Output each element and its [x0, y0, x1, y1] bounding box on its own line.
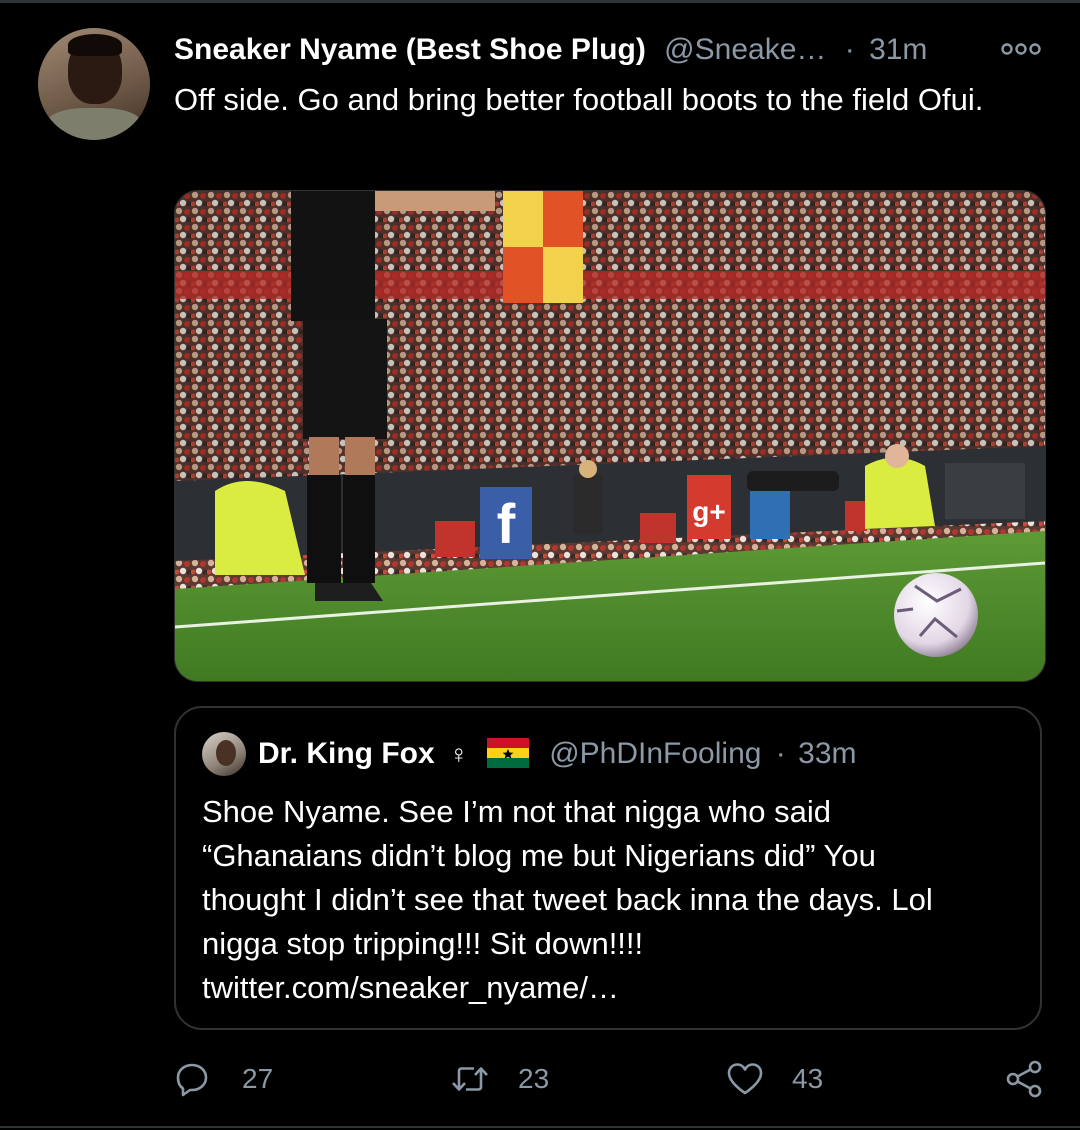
retweet-icon: [450, 1061, 490, 1097]
like-count: 43: [792, 1063, 824, 1094]
like-button[interactable]: 43: [726, 1054, 823, 1104]
ghana-flag-icon: [486, 738, 529, 769]
quoted-tweet[interactable]: Dr. King Fox ♀ @PhDInFooling · 33m Shoe …: [174, 706, 1042, 1030]
quoted-author-handle[interactable]: @PhDInFooling: [549, 737, 761, 770]
top-divider: [0, 0, 1080, 3]
reply-count: 27: [242, 1063, 274, 1094]
author-avatar[interactable]: [38, 28, 150, 140]
quoted-tweet-timestamp[interactable]: 33m: [798, 737, 856, 770]
author-handle[interactable]: @Sneake…: [664, 33, 826, 66]
tweet-photo[interactable]: f g+: [174, 190, 1046, 682]
quoted-text-line: Shoe Nyame. See I’m not that nigga who s…: [202, 794, 831, 829]
quoted-tweet-header: Dr. King Fox ♀ @PhDInFooling · 33m: [258, 734, 857, 774]
quoted-header-separator: ·: [775, 737, 786, 770]
avatar-shirt: [46, 108, 142, 140]
share-icon: [1004, 1059, 1044, 1099]
svg-text:g+: g+: [692, 496, 725, 527]
svg-text:f: f: [497, 492, 516, 555]
reply-button[interactable]: 27: [174, 1054, 273, 1104]
tweet-header: Sneaker Nyame (Best Shoe Plug) @Sneake… …: [174, 30, 1054, 70]
reply-icon: [174, 1061, 210, 1097]
quoted-author-display-name[interactable]: Dr. King Fox: [258, 737, 435, 770]
quoted-name-symbol: ♀: [449, 739, 469, 769]
quoted-tweet-text: Shoe Nyame. See I’m not that nigga who s…: [202, 790, 1022, 1010]
tweet-text: Off side. Go and bring better football b…: [174, 82, 984, 117]
author-display-name[interactable]: Sneaker Nyame (Best Shoe Plug): [174, 33, 646, 66]
heart-icon: [726, 1061, 764, 1097]
share-button[interactable]: [1004, 1054, 1044, 1104]
bottom-divider: [0, 1126, 1080, 1128]
quoted-tweet-link[interactable]: twitter.com/sneaker_nyame/…: [202, 970, 619, 1005]
header-separator: ·: [844, 33, 855, 66]
avatar-hair: [68, 34, 122, 56]
stadium-photo-illustration: f g+: [175, 191, 1045, 681]
tweet-actions-bar: 27 23 43: [174, 1054, 1054, 1104]
quoted-text-line: thought I didn’t see that tweet back inn…: [202, 882, 933, 917]
retweet-button[interactable]: 23: [450, 1054, 549, 1104]
tweet-timestamp[interactable]: 31m: [869, 33, 927, 66]
more-options-icon[interactable]: [1000, 40, 1042, 58]
quoted-author-avatar[interactable]: [202, 732, 246, 776]
quoted-text-line: nigga stop tripping!!! Sit down!!!!: [202, 926, 644, 961]
retweet-count: 23: [518, 1063, 550, 1094]
quoted-avatar-face: [216, 740, 236, 766]
quoted-text-line: “Ghanaians didn’t blog me but Nigerians …: [202, 838, 876, 873]
